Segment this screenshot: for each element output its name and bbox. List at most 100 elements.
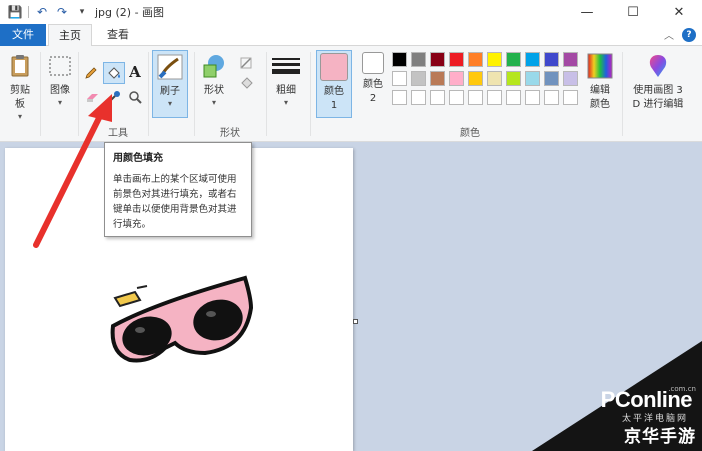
palette-swatch[interactable] xyxy=(544,71,559,86)
tooltip-title: 用颜色填充 xyxy=(113,153,163,164)
tab-view[interactable]: 查看 xyxy=(96,24,140,46)
palette-swatch[interactable] xyxy=(563,71,578,86)
brushes-dropdown-icon: ▾ xyxy=(167,99,172,108)
color2-label: 颜色 2 xyxy=(363,79,383,104)
palette-swatch[interactable] xyxy=(430,90,445,105)
paint3d-button[interactable]: 使用画图 3D 进行编辑 xyxy=(630,52,686,112)
brushes-label: 刷子 xyxy=(160,86,180,97)
separator xyxy=(310,52,311,136)
image-label: 图像 xyxy=(50,85,70,96)
pencil-icon[interactable] xyxy=(82,64,100,82)
colors-group-label: 颜色 xyxy=(460,128,480,139)
palette-swatch[interactable] xyxy=(544,52,559,67)
tab-home[interactable]: 主页 xyxy=(48,24,92,47)
palette-swatch[interactable] xyxy=(487,71,502,86)
palette-swatch[interactable] xyxy=(430,71,445,86)
redo-icon[interactable]: ↷ xyxy=(55,5,69,19)
eraser-icon[interactable] xyxy=(84,88,102,106)
image-button[interactable]: 图像 ▾ xyxy=(46,52,74,107)
palette-swatch[interactable] xyxy=(449,90,464,105)
paint3d-icon xyxy=(644,52,672,80)
title-bar: 💾 ↶ ↷ ▾ jpg (2) - 画图 — ☐ ✕ xyxy=(0,0,702,24)
clipboard-icon xyxy=(6,52,34,80)
separator xyxy=(622,52,623,136)
fill-shape-icon[interactable] xyxy=(238,74,256,92)
clipboard-button[interactable]: 剪贴板 ▾ xyxy=(6,52,34,121)
palette-swatch[interactable] xyxy=(449,52,464,67)
magnifier-icon[interactable] xyxy=(126,88,144,106)
maximize-button[interactable]: ☐ xyxy=(610,0,656,24)
clipboard-dropdown-icon: ▾ xyxy=(17,112,22,121)
palette-swatch[interactable] xyxy=(411,90,426,105)
palette-swatch[interactable] xyxy=(449,71,464,86)
size-dropdown-icon: ▾ xyxy=(283,98,288,107)
palette-swatch[interactable] xyxy=(392,52,407,67)
canvas-resize-handle[interactable] xyxy=(353,319,358,324)
edit-colors-button[interactable]: 编辑颜色 xyxy=(586,52,614,112)
palette-swatch[interactable] xyxy=(392,90,407,105)
palette-swatch[interactable] xyxy=(392,71,407,86)
brushes-button[interactable]: 刷子 ▾ xyxy=(152,50,188,118)
palette-swatch[interactable] xyxy=(411,71,426,86)
palette-swatch[interactable] xyxy=(544,90,559,105)
palette-swatch[interactable] xyxy=(468,90,483,105)
palette-swatch[interactable] xyxy=(487,52,502,67)
palette-swatch[interactable] xyxy=(430,52,445,67)
line-size-icon xyxy=(272,52,300,80)
undo-icon[interactable]: ↶ xyxy=(35,5,49,19)
text-tool-icon[interactable]: A xyxy=(126,63,144,81)
palette-swatch[interactable] xyxy=(525,52,540,67)
size-button[interactable]: 粗细 ▾ xyxy=(272,52,300,107)
clipboard-label: 剪贴板 xyxy=(10,85,30,110)
palette-swatch[interactable] xyxy=(563,90,578,105)
save-icon[interactable]: 💾 xyxy=(8,5,23,19)
minimize-button[interactable]: — xyxy=(564,0,610,24)
color1-button[interactable]: 颜色 1 xyxy=(316,50,352,118)
tab-file[interactable]: 文件 xyxy=(0,24,46,46)
separator xyxy=(40,52,41,136)
window-controls: — ☐ ✕ xyxy=(564,0,702,24)
palette-swatch[interactable] xyxy=(563,52,578,67)
color-picker-icon[interactable] xyxy=(105,88,123,106)
palette-swatch[interactable] xyxy=(525,90,540,105)
color1-label: 颜色 1 xyxy=(324,86,344,111)
brush-icon xyxy=(156,53,184,81)
shapes-button[interactable]: 形状 ▾ xyxy=(200,52,228,107)
color2-button[interactable]: 颜色 2 xyxy=(360,52,386,106)
watermark: .com.cn PConline 太平洋电脑网 京华手游 xyxy=(532,341,702,451)
edit-colors-icon xyxy=(586,52,614,80)
fill-tooltip: 用颜色填充 单击画布上的某个区域可使用前景色对其进行填充，或者右键单击以便使用背… xyxy=(104,142,252,237)
palette-swatch[interactable] xyxy=(506,90,521,105)
palette-swatch[interactable] xyxy=(506,71,521,86)
palette-swatch[interactable] xyxy=(506,52,521,67)
help-icon[interactable]: ? xyxy=(682,27,696,42)
collapse-ribbon-icon[interactable]: ︿ xyxy=(664,27,674,42)
paint3d-label: 使用画图 3D 进行编辑 xyxy=(632,85,684,110)
color1-swatch xyxy=(320,53,348,81)
separator xyxy=(266,52,267,136)
separator xyxy=(78,52,79,136)
ribbon: 剪贴板 ▾ 图像 ▾ A 工具 刷子 ▾ 形状 ▾ 形状 粗细 ▾ 颜色 1 颜… xyxy=(0,46,702,142)
separator xyxy=(28,6,29,18)
tools-group-label: 工具 xyxy=(108,128,128,139)
image-dropdown-icon: ▾ xyxy=(57,98,62,107)
ribbon-right-controls: ︿ ? xyxy=(664,27,696,42)
window-title: jpg (2) - 画图 xyxy=(95,6,165,19)
color2-swatch xyxy=(362,52,384,74)
fill-with-color-icon[interactable] xyxy=(103,62,125,84)
edit-colors-label: 编辑颜色 xyxy=(590,85,610,110)
palette-swatch[interactable] xyxy=(468,71,483,86)
close-button[interactable]: ✕ xyxy=(656,0,702,24)
customize-quick-access-icon[interactable]: ▾ xyxy=(75,5,89,19)
shapes-icon xyxy=(200,52,228,80)
palette-swatch[interactable] xyxy=(525,71,540,86)
outline-icon[interactable] xyxy=(238,54,256,72)
select-image-icon xyxy=(46,52,74,80)
watermark-site: 京华手游 xyxy=(624,427,696,447)
shapes-dropdown-icon: ▾ xyxy=(211,98,216,107)
shapes-group-label: 形状 xyxy=(220,128,240,139)
palette-swatch[interactable] xyxy=(487,90,502,105)
tooltip-body: 单击画布上的某个区域可使用前景色对其进行填充，或者右键单击以便使用背景色对其进行… xyxy=(113,174,237,230)
palette-swatch[interactable] xyxy=(468,52,483,67)
palette-swatch[interactable] xyxy=(411,52,426,67)
